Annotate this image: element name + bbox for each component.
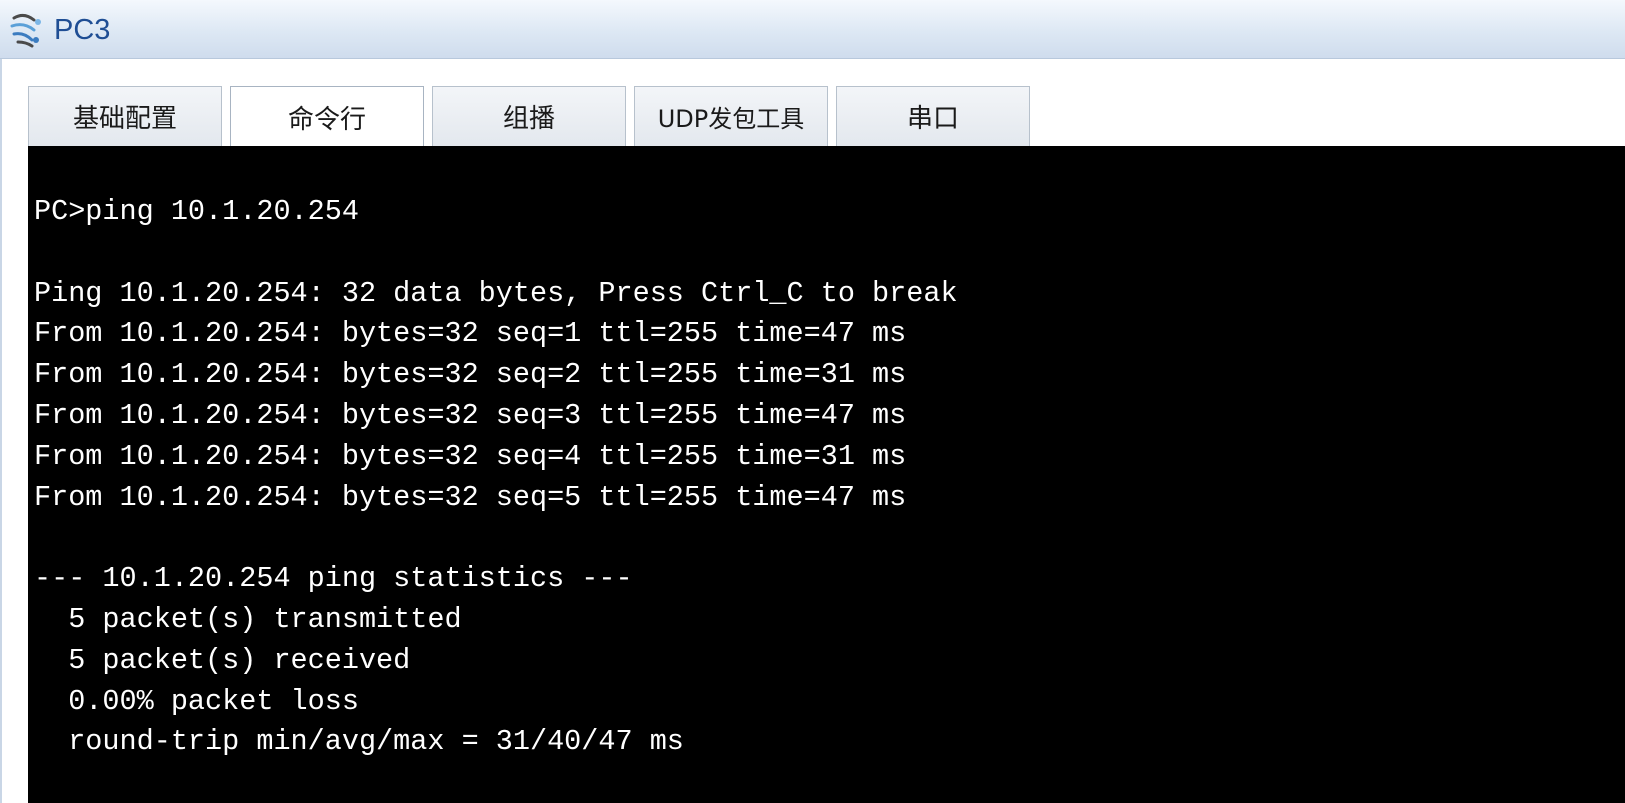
command-line-terminal[interactable]: PC>ping 10.1.20.254 Ping 10.1.20.254: 32…	[28, 146, 1625, 803]
terminal-line: 0.00% packet loss	[34, 684, 359, 718]
terminal-line: Ping 10.1.20.254: 32 data bytes, Press C…	[34, 276, 958, 310]
tab-serial-port[interactable]: 串口	[836, 86, 1030, 146]
terminal-line: From 10.1.20.254: bytes=32 seq=4 ttl=255…	[34, 439, 907, 473]
tab-command-line[interactable]: 命令行	[230, 86, 424, 148]
tab-multicast[interactable]: 组播	[432, 86, 626, 146]
pc-network-icon	[10, 13, 41, 48]
terminal-output: PC>ping 10.1.20.254 Ping 10.1.20.254: 32…	[28, 146, 1625, 763]
tab-bar: 基础配置 命令行 组播 UDP发包工具 串口	[28, 86, 1038, 148]
terminal-line: 5 packet(s) transmitted	[34, 602, 462, 636]
tab-udp-packet-tool[interactable]: UDP发包工具	[634, 86, 828, 146]
window-title: PC3	[54, 14, 111, 46]
title-bar: PC3	[0, 0, 1625, 59]
window-left-border	[0, 59, 2, 803]
terminal-line: 5 packet(s) received	[34, 643, 411, 677]
terminal-line: From 10.1.20.254: bytes=32 seq=5 ttl=255…	[34, 480, 907, 514]
terminal-line: From 10.1.20.254: bytes=32 seq=3 ttl=255…	[34, 398, 907, 432]
terminal-line: --- 10.1.20.254 ping statistics ---	[34, 562, 633, 596]
tab-basic-config[interactable]: 基础配置	[28, 86, 222, 146]
pc3-window: PC3 基础配置 命令行 组播 UDP发包工具 串口 PC>ping 10.1.…	[0, 0, 1625, 803]
terminal-line: From 10.1.20.254: bytes=32 seq=2 ttl=255…	[34, 358, 907, 392]
terminal-line: From 10.1.20.254: bytes=32 seq=1 ttl=255…	[34, 317, 907, 351]
terminal-line: PC>ping 10.1.20.254	[34, 195, 359, 228]
terminal-line: round-trip min/avg/max = 31/40/47 ms	[34, 725, 684, 759]
